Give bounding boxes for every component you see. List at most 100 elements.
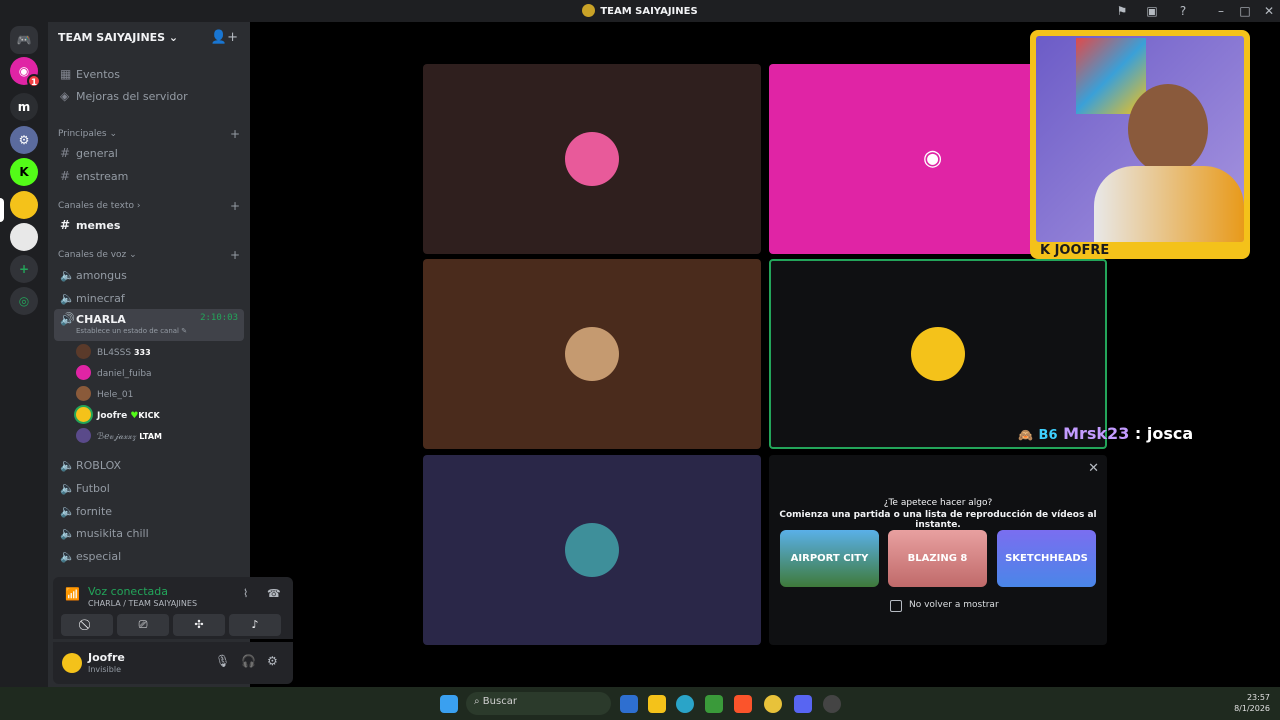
minimize-button[interactable]: – [1213,3,1229,19]
file-explorer-icon[interactable] [648,695,666,713]
chat-badge: B6 [1038,428,1058,443]
activities-button[interactable]: ✣ [173,614,225,636]
invite-icon[interactable]: 👤+ [211,30,238,45]
speaker-icon: 🔈 [60,481,75,495]
signal-icon: 📶 [65,587,80,601]
maximize-button[interactable]: □ [1237,3,1253,19]
channel-general[interactable]: # general [54,143,244,163]
add-server-icon[interactable]: + [10,255,38,283]
server-saiyajines[interactable] [10,191,38,219]
voice-musikita[interactable]: 🔈musikita chill [54,523,244,543]
user-tag: 333 [133,348,151,357]
soundboard-button[interactable]: ♪ [229,614,281,636]
server-icon [582,4,596,17]
title-bar: TEAM SAIYAJINES ⚑ ▣ ? – □ ✕ [0,0,1280,22]
clock[interactable]: 23:57 8/1/2026 [1234,692,1270,714]
avatar [76,407,91,422]
chrome-icon[interactable] [764,695,782,713]
stream-pip[interactable]: K JOOFRE [1030,30,1250,259]
voice-especial[interactable]: 🔈especial [54,546,244,566]
speaker-icon: 🔊 [60,312,75,326]
ms-store-icon[interactable] [620,695,638,713]
voice-charla[interactable]: 🔊CHARLA 2:10:03 Establece un estado de c… [54,309,244,341]
close-button[interactable]: ✕ [1261,3,1277,19]
voice-minecraf[interactable]: 🔈minecraf [54,288,244,308]
avatar[interactable] [62,653,82,673]
add-channel-icon[interactable]: + [230,199,240,213]
streamer-label: K JOOFRE [1040,243,1110,258]
close-icon[interactable]: ✕ [1088,461,1099,476]
screen-icon[interactable]: ▣ [1144,3,1160,19]
screen-share-button[interactable]: ⎚ [117,614,169,636]
video-tile[interactable] [423,64,761,254]
speaker-icon: 🔈 [60,268,75,282]
help-icon[interactable]: ? [1175,3,1191,19]
chat-emote-icon: 🙈 [1018,428,1033,442]
voice-fornite[interactable]: 🔈fornite [54,501,244,521]
minecraft-icon[interactable] [705,695,723,713]
category-texto[interactable]: Canales de texto › + [58,199,240,213]
voice-roblox[interactable]: 🔈ROBLOX [54,455,244,475]
game-card-airport-city[interactable]: AIRPORT CITY [780,530,879,587]
discord-logo-icon: ◉ [923,146,943,171]
category-voz[interactable]: Canales de voz ⌄ + [58,248,240,262]
headphones-icon[interactable]: 🎧 [241,654,256,668]
hash-icon: # [60,218,71,232]
video-tile[interactable] [423,259,761,449]
explore-icon[interactable]: ◎ [10,287,38,315]
dm-icon[interactable]: ◉ 1 [10,57,41,88]
calendar-icon: ▦ [60,67,72,81]
disconnect-icon[interactable]: ☎ [267,587,281,600]
voice-user[interactable]: BL4SSS 333 [76,344,241,362]
voice-user[interactable]: Joofre ♥KICK [76,407,241,425]
camera-off-button[interactable]: ⃠ [61,614,113,636]
active-server-pill [0,198,4,222]
noise-suppression-icon[interactable]: ⌇ [243,587,248,600]
channel-memes[interactable]: # memes [54,215,244,235]
game-card-blazing-8[interactable]: BLAZING 8 [888,530,987,587]
speaker-icon: 🔈 [60,458,75,472]
voice-amongus[interactable]: 🔈amongus [54,265,244,285]
hash-icon: # [60,146,71,160]
brave-icon[interactable] [734,695,752,713]
search-box[interactable]: ⌕ Buscar [466,692,611,715]
mic-icon[interactable]: 🎙 [215,654,230,668]
obs-icon[interactable] [823,695,841,713]
game-card-sketchheads[interactable]: SKETCHHEADS [997,530,1096,587]
events-item[interactable]: ▦ Eventos [54,64,244,84]
avatar [76,428,91,443]
inbox-icon[interactable]: ⚑ [1114,3,1130,19]
video-tile[interactable] [423,455,761,645]
voice-user[interactable]: daniel_fuiba [76,365,241,383]
start-icon[interactable] [440,695,458,713]
window-title: TEAM SAIYAJINES [0,4,1280,17]
participant-avatar [565,132,619,186]
participant-avatar [565,523,619,577]
channel-status[interactable]: Establece un estado de canal ✎ [76,327,187,335]
checkbox-label: No volver a mostrar [909,600,999,610]
add-channel-icon[interactable]: + [230,248,240,262]
participant-avatar [565,327,619,381]
dont-show-checkbox[interactable] [890,600,902,612]
add-channel-icon[interactable]: + [230,127,240,141]
server-kick[interactable]: K [10,158,38,186]
voice-futbol[interactable]: 🔈Futbol [54,478,244,498]
settings-icon[interactable]: ⚙ [267,654,278,668]
video-tile-speaking[interactable] [769,259,1107,449]
server-m[interactable]: m [10,93,38,121]
voice-user[interactable]: Hele_01 [76,386,241,404]
discord-home-icon[interactable]: 🎮 [10,26,38,54]
server-gear[interactable]: ⚙ [10,126,38,154]
server-anime[interactable] [10,223,38,251]
edge-icon[interactable] [676,695,694,713]
channel-sidebar: TEAM SAIYAJINES ⌄ 👤+ ▦ Eventos ◈ Mejoras d… [48,22,293,687]
chat-overlay: 🙈 B6 Mrsk23 : josca [1018,424,1193,443]
category-principales[interactable]: Principales ⌄ + [58,127,240,141]
channel-enstream[interactable]: # enstream [54,166,244,186]
user-panel: Joofre Invisible 🎙 🎧 ⚙ [53,642,293,684]
speaker-icon: 🔈 [60,549,75,563]
voice-user[interactable]: ℬℯ𝓋𝒿𝒶𝓍𝓍𝓏 LTAM [76,428,241,446]
boost-item[interactable]: ◈ Mejoras del servidor [54,86,244,106]
discord-taskbar-icon[interactable] [794,695,812,713]
person-body [1094,166,1244,242]
